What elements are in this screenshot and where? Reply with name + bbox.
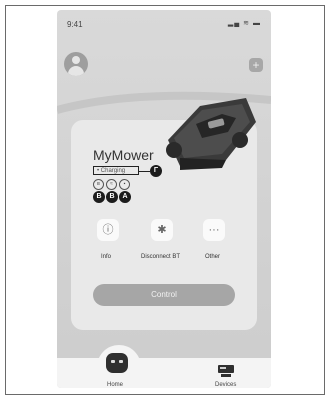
device-name: MyMower — [93, 147, 154, 163]
info-icon: ⓘ — [102, 224, 114, 236]
devices-icon[interactable] — [218, 365, 234, 377]
wifi-indicator-icon: ≈ — [106, 179, 117, 190]
callout-b: B — [93, 191, 105, 203]
robot-home-icon[interactable] — [106, 353, 128, 373]
info-button[interactable]: ⓘ — [97, 219, 119, 241]
user-avatar-icon[interactable] — [64, 52, 88, 76]
plus-icon[interactable]: + — [249, 58, 263, 72]
bottom-nav — [57, 358, 271, 388]
tab-devices[interactable]: Devices — [215, 382, 236, 388]
mower-image — [166, 98, 256, 170]
callout-b-second: B — [106, 191, 118, 203]
status-icons: ▂▄ ≋ ▬ — [227, 20, 261, 27]
status-badge: • Charging — [93, 166, 139, 175]
more-icon: ··· — [208, 224, 220, 236]
cellular-indicator-icon: ▪ — [119, 179, 130, 190]
other-button[interactable]: ··· — [203, 219, 225, 241]
action-label-other: Other — [205, 254, 221, 260]
disconnect-bt-button[interactable]: ✱ — [151, 219, 173, 241]
callout-leader-line — [139, 171, 150, 172]
bluetooth-indicator-icon: ʙ — [93, 179, 104, 190]
callout-status: Γ — [150, 165, 162, 177]
status-time: 9:41 — [67, 20, 83, 29]
action-label-info: Info — [101, 254, 112, 260]
bluetooth-icon: ✱ — [157, 224, 167, 236]
control-button[interactable]: Control — [93, 284, 235, 306]
action-label-disconnect-bt: Disconnect BT — [141, 254, 181, 260]
tab-home[interactable]: Home — [107, 382, 123, 388]
callout-a: A — [119, 191, 131, 203]
phone-screen: 9:41 ▂▄ ≋ ▬ + MyMower • Charging Γ ʙ ≈ ▪… — [57, 10, 271, 388]
